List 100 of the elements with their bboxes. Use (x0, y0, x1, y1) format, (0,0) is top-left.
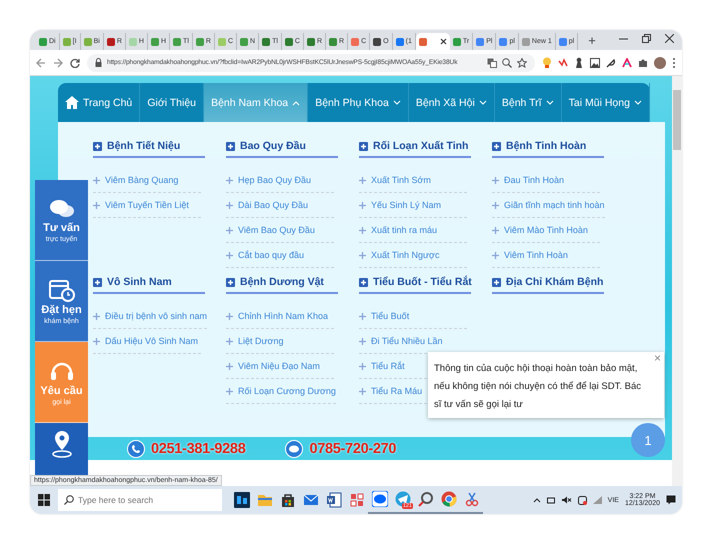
plus-square-icon (492, 278, 501, 286)
plus-square-icon (492, 142, 501, 150)
heading-text: Tiểu Buốt - Tiểu Rắt (373, 276, 472, 288)
new-tab-button[interactable]: + (582, 32, 602, 50)
plus-square-icon (359, 278, 368, 286)
sparkle-plus-icon (226, 176, 233, 184)
menu-link[interactable]: Đau Tinh Hoàn (492, 168, 600, 193)
scrollbar[interactable] (672, 76, 682, 486)
sparkle-plus-icon (93, 176, 100, 184)
notification-icon (666, 495, 676, 505)
menu-link[interactable]: Xuất tinh ra máu (359, 218, 467, 243)
menu-link[interactable]: Xuất Tinh Ngược (359, 243, 467, 268)
arrow-right-icon (53, 58, 63, 68)
sparkle-plus-icon (492, 176, 499, 184)
calendar-clock-icon (48, 278, 74, 302)
plus-square-icon (226, 278, 235, 286)
sparkle-plus-icon (359, 362, 366, 370)
search-icon (64, 495, 74, 505)
menu-link[interactable]: Xuất Tinh Sớm (359, 168, 467, 193)
restore-icon (642, 34, 651, 43)
menu-link[interactable]: Liệt Dương (226, 329, 334, 354)
star-icon (517, 58, 527, 68)
heading-text: Bệnh Dương Vật (240, 276, 324, 288)
heading-text: Bao Quy Đầu (240, 140, 306, 152)
chat-bubbles-icon (48, 198, 74, 220)
plus-square-icon (359, 142, 368, 150)
sparkle-plus-icon (93, 312, 100, 320)
magnifier-app-icon (418, 491, 434, 507)
avatar-icon[interactable] (654, 56, 666, 68)
heading-text: Địa Chỉ Khám Bệnh (506, 276, 604, 288)
document-app-icon (326, 492, 342, 508)
chevron-down-icon (634, 100, 642, 106)
chevron-up-icon (532, 497, 541, 503)
menu-link[interactable]: Điều trị bệnh vô sinh nam (93, 304, 208, 329)
menu-link[interactable]: Viêm Niệu Đạo Nam (226, 354, 334, 379)
menu-link[interactable]: Chỉnh Hình Nam Khoa (226, 304, 334, 329)
browser-tab[interactable] (416, 33, 450, 50)
sparkle-plus-icon (359, 312, 366, 320)
sparkle-plus-icon (226, 362, 233, 370)
menu-link[interactable]: Viêm Tuyến Tiền Liệt (93, 193, 201, 218)
sparkle-plus-icon (359, 202, 366, 208)
image-icon (590, 58, 600, 68)
sparkle-plus-icon (492, 252, 499, 258)
menu-link[interactable]: Hẹp Bao Quy Đầu (226, 168, 334, 193)
sparkle-plus-icon (359, 388, 366, 394)
windows-icon (38, 494, 50, 506)
menu-link[interactable]: Viêm Bàng Quang (93, 168, 201, 193)
sparkle-plus-icon (226, 252, 233, 258)
battery-icon (546, 496, 556, 504)
scissors-app-icon (464, 491, 480, 507)
translate-icon (487, 58, 497, 68)
plus-square-icon (93, 278, 102, 286)
menu-link[interactable]: Dấu Hiệu Vô Sinh Nam (93, 329, 201, 354)
sparkle-plus-icon (93, 202, 100, 208)
sparkle-plus-icon (226, 202, 233, 208)
phone-icon (127, 440, 145, 458)
sparkle-plus-icon (492, 202, 499, 208)
paper-plane-icon (394, 491, 410, 507)
pawn-icon (574, 57, 584, 68)
close-button[interactable]: × (654, 352, 661, 364)
menu-link[interactable]: Giãn tĩnh mạch tinh hoàn (492, 193, 605, 218)
chevron-down-icon (478, 100, 487, 106)
home-icon (65, 96, 80, 109)
heading-text: Bệnh Tinh Hoàn (506, 140, 586, 152)
menu-link[interactable]: Viêm Tinh Hoàn (492, 243, 600, 268)
forward-button[interactable] (53, 58, 63, 68)
lightbulb-icon (542, 56, 552, 68)
hotline-number: 0785-720-270 (309, 440, 396, 456)
menu-link[interactable]: Rối Loạn Cương Dương (226, 379, 336, 404)
menu-link[interactable]: Viêm Mào Tinh Hoàn (492, 218, 600, 243)
sparkle-plus-icon (226, 312, 233, 320)
map-pin-icon (50, 429, 74, 459)
sparkle-plus-icon (359, 338, 366, 344)
reload-button[interactable] (70, 58, 80, 68)
zoom-icon (502, 58, 512, 68)
photoshop-app-icon (234, 492, 250, 508)
menu-link[interactable]: Dài Bao Quy Đầu (226, 193, 334, 218)
plus-square-icon (226, 142, 235, 150)
sparkle-plus-icon (93, 338, 100, 344)
sparkle-plus-icon (359, 252, 366, 258)
menu-link[interactable]: Tiểu Buốt (359, 304, 467, 329)
shopping-bag-icon (280, 492, 296, 508)
envelope-icon (302, 492, 318, 508)
sparkle-plus-icon (226, 338, 233, 344)
sparkle-plus-icon (226, 388, 233, 394)
heading-text: Bệnh Tiết Niệu (107, 140, 180, 152)
menu-link[interactable]: Viêm Bao Quy Đầu (226, 218, 334, 243)
back-button[interactable] (36, 58, 46, 68)
chat-app-icon (285, 440, 304, 458)
chevron-up-icon (292, 100, 300, 106)
menu-link[interactable]: Cắt bao quy đầu (226, 243, 334, 268)
more-menu-icon (672, 56, 676, 68)
menu-link[interactable]: Yếu Sinh Lý Nam (359, 193, 467, 218)
plus-square-icon (93, 142, 102, 150)
feather-icon (606, 58, 616, 68)
wifi-icon (592, 496, 602, 504)
close-icon (440, 38, 447, 45)
nav-item[interactable]: Bệnh Nam Khoa (204, 83, 308, 122)
browser-app-icon (440, 491, 456, 507)
search-field[interactable]: Type here to search (58, 489, 222, 511)
